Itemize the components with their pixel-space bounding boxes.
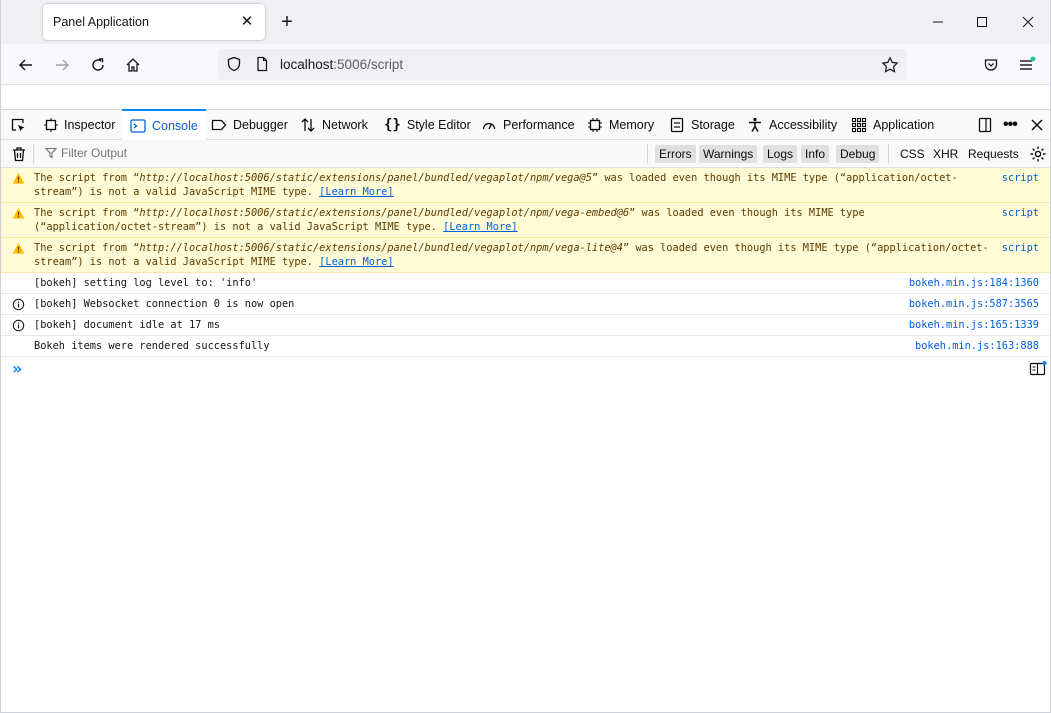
close-window-icon[interactable]: [1016, 10, 1040, 34]
maximize-icon[interactable]: [970, 10, 994, 34]
console-input[interactable]: [31, 359, 1021, 379]
bookmark-star-icon[interactable]: [881, 56, 899, 77]
tab-debugger[interactable]: Debugger: [211, 110, 288, 140]
console-icon: [130, 118, 146, 133]
console-message-text: The script from “http://localhost:5006/s…: [34, 242, 989, 268]
performance-icon: [482, 122, 496, 130]
console-message-log[interactable]: [bokeh] setting log level to: 'info' bok…: [1, 273, 1050, 294]
tab-style-editor[interactable]: {} Style Editor: [384, 110, 471, 140]
inspector-icon: [44, 118, 58, 132]
new-tab-icon[interactable]: +: [277, 11, 297, 33]
message-source-link[interactable]: bokeh.min.js:184:1360: [909, 276, 1039, 290]
filter-xhr-button[interactable]: XHR: [933, 145, 958, 163]
minimize-icon[interactable]: [926, 10, 950, 34]
tracking-shield-icon[interactable]: [226, 56, 242, 75]
forward-icon[interactable]: [51, 54, 73, 76]
console-message-text: The script from “http://localhost:5006/s…: [34, 172, 958, 198]
trash-icon[interactable]: [11, 146, 27, 165]
more-options-icon[interactable]: •••: [1003, 110, 1018, 140]
tab-title: Panel Application: [53, 15, 149, 29]
tab-strip: Panel Application ✕ +: [1, 0, 1050, 44]
message-source-link[interactable]: bokeh.min.js:587:3565: [909, 297, 1039, 311]
separator: [33, 144, 34, 164]
tab-inspector[interactable]: Inspector: [44, 110, 115, 140]
console-prompt-chevron-icon[interactable]: »: [12, 361, 22, 377]
console-message-text: The script from “http://localhost:5006/s…: [34, 207, 871, 233]
console-message-warning[interactable]: The script from “http://localhost:5006/s…: [1, 238, 1050, 273]
tab-network[interactable]: Network: [300, 110, 368, 140]
console-message-text: [bokeh] Websocket connection 0 is now op…: [34, 298, 295, 310]
filter-warnings-button[interactable]: Warnings: [699, 145, 758, 163]
editor-mode-toggle-icon[interactable]: [1029, 361, 1047, 380]
debugger-icon: [211, 119, 227, 131]
app-menu-icon[interactable]: [1016, 54, 1038, 76]
close-devtools-icon[interactable]: [1030, 110, 1050, 140]
console-message-log[interactable]: Bokeh items were rendered successfully b…: [1, 336, 1050, 357]
console-settings-gear-icon[interactable]: [1029, 145, 1047, 166]
info-icon: [12, 298, 25, 311]
filter-requests-button[interactable]: Requests: [968, 145, 1019, 163]
tab-accessibility[interactable]: Accessibility: [747, 110, 837, 140]
console-message-text: Bokeh items were rendered successfully: [34, 340, 270, 352]
application-icon: [851, 117, 867, 133]
console-message-text: [bokeh] document idle at 17 ms: [34, 319, 220, 331]
filter-output-input[interactable]: Filter Output: [45, 146, 127, 160]
console-message-info[interactable]: [bokeh] document idle at 17 ms bokeh.min…: [1, 315, 1050, 336]
learn-more-link[interactable]: [Learn More]: [319, 256, 393, 268]
url-text[interactable]: localhost:5006/script: [280, 57, 403, 72]
filter-info-button[interactable]: Info: [801, 145, 830, 163]
console-message-warning[interactable]: The script from “http://localhost:5006/s…: [1, 203, 1050, 238]
reload-icon[interactable]: [87, 54, 109, 76]
home-icon[interactable]: [122, 54, 144, 76]
tab-console[interactable]: Console: [122, 109, 206, 140]
pocket-icon[interactable]: [980, 54, 1002, 76]
console-message-warning[interactable]: The script from “http://localhost:5006/s…: [1, 168, 1050, 203]
tab-application[interactable]: Application: [851, 110, 934, 140]
message-source-link[interactable]: script: [1002, 241, 1039, 255]
message-source-link[interactable]: bokeh.min.js:163:888: [915, 339, 1039, 353]
dock-side-icon[interactable]: [977, 110, 999, 140]
url-bar[interactable]: localhost:5006/script: [218, 49, 907, 80]
memory-icon: [588, 118, 602, 132]
message-source-link[interactable]: script: [1002, 171, 1039, 185]
message-source-link[interactable]: script: [1002, 206, 1039, 220]
filter-icon: [45, 147, 57, 159]
network-icon: [301, 118, 315, 132]
learn-more-link[interactable]: [Learn More]: [319, 186, 393, 198]
browser-tab[interactable]: Panel Application ✕: [43, 4, 265, 40]
page-info-icon[interactable]: [254, 56, 270, 75]
filter-logs-button[interactable]: Logs: [763, 145, 798, 163]
warning-icon: [12, 207, 25, 219]
info-icon: [12, 319, 25, 332]
message-source-link[interactable]: bokeh.min.js:165:1339: [909, 318, 1039, 332]
close-tab-icon[interactable]: ✕: [239, 14, 255, 30]
learn-more-link[interactable]: [Learn More]: [443, 221, 517, 233]
separator: [888, 144, 889, 164]
storage-icon: [670, 117, 684, 133]
separator: [647, 144, 648, 164]
element-picker-icon[interactable]: [10, 110, 32, 140]
accessibility-icon: [749, 117, 761, 132]
warning-icon: [12, 172, 25, 184]
tab-storage[interactable]: Storage: [669, 110, 735, 140]
console-message-text: [bokeh] setting log level to: 'info': [34, 277, 258, 289]
tab-memory[interactable]: Memory: [587, 110, 654, 140]
back-icon[interactable]: [15, 54, 37, 76]
filter-css-button[interactable]: CSS: [900, 145, 925, 163]
navigation-bar: localhost:5006/script: [1, 44, 1050, 85]
console-message-info[interactable]: [bokeh] Websocket connection 0 is now op…: [1, 294, 1050, 315]
warning-icon: [12, 242, 25, 254]
filter-errors-button[interactable]: Errors: [655, 145, 696, 163]
url-path: :5006/script: [333, 57, 404, 72]
url-host: localhost: [280, 57, 334, 72]
tab-performance[interactable]: Performance: [481, 110, 575, 140]
style-editor-icon: {}: [384, 117, 401, 133]
console-filter-bar: Filter Output Errors Warnings Logs Info …: [1, 140, 1050, 168]
devtools-toolbar: Inspector Console Debugger Network {} St…: [1, 109, 1050, 140]
filter-debug-button[interactable]: Debug: [836, 145, 880, 163]
page-content: [1, 85, 1050, 109]
